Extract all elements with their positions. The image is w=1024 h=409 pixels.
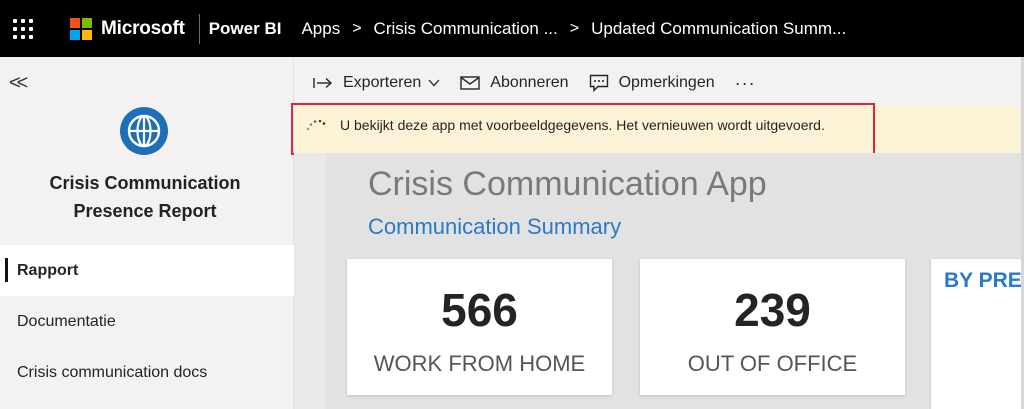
- kpi-card-out-of-office[interactable]: 239 OUT OF OFFICE: [640, 259, 905, 395]
- comments-button[interactable]: Opmerkingen: [589, 74, 715, 92]
- microsoft-logo[interactable]: Microsoft: [70, 17, 185, 40]
- breadcrumb-apps[interactable]: Apps: [301, 19, 340, 39]
- partial-visual-card[interactable]: BY PRE: [931, 259, 1021, 409]
- action-bar: Exporteren Abonneren Opmerkingen ···: [313, 68, 756, 98]
- app-launcher-icon[interactable]: [0, 0, 46, 57]
- report-subtitle-link[interactable]: Communication Summary: [368, 214, 621, 240]
- kpi-card-work-from-home[interactable]: 566 WORK FROM HOME: [347, 259, 612, 395]
- sidebar-item-label: Crisis communication docs: [17, 363, 208, 381]
- sidebar-item-crisis-docs[interactable]: Crisis communication docs: [0, 347, 294, 398]
- sidebar-item-label: Rapport: [17, 261, 79, 279]
- sidebar-nav: Rapport Documentatie Crisis communicatio…: [0, 245, 294, 398]
- subscribe-label: Abonneren: [490, 74, 569, 91]
- export-button[interactable]: Exporteren: [313, 74, 440, 92]
- breadcrumb-report[interactable]: Updated Communication Summ...: [591, 19, 846, 39]
- export-icon: [313, 77, 333, 89]
- sidebar: << Crisis Communication Presence Report …: [0, 57, 294, 409]
- export-label: Exporteren: [343, 74, 422, 91]
- kpi-label: WORK FROM HOME: [373, 351, 586, 376]
- breadcrumb: Apps > Crisis Communication ... > Update…: [301, 19, 846, 39]
- collapse-sidebar-icon[interactable]: <<: [9, 73, 28, 93]
- highlight-box: [291, 103, 875, 155]
- sidebar-item-label: Documentatie: [17, 312, 116, 330]
- comment-icon: [589, 74, 609, 92]
- top-bar: Microsoft Power BI Apps > Crisis Communi…: [0, 0, 1024, 57]
- subscribe-button[interactable]: Abonneren: [460, 74, 569, 92]
- kpi-value: 566: [441, 284, 518, 336]
- kpi-value: 239: [734, 284, 811, 336]
- sidebar-item-documentatie[interactable]: Documentatie: [0, 296, 294, 347]
- mail-icon: [460, 76, 480, 90]
- report-title: Crisis Communication App: [368, 165, 767, 203]
- comments-label: Opmerkingen: [618, 74, 715, 91]
- microsoft-logo-icon: [70, 17, 92, 40]
- breadcrumb-app[interactable]: Crisis Communication ...: [374, 19, 558, 39]
- kpi-label: OUT OF OFFICE: [687, 351, 858, 376]
- visual-title: BY PRE: [944, 269, 1021, 292]
- chevron-right-icon: >: [569, 19, 580, 37]
- more-options-icon[interactable]: ···: [735, 73, 756, 94]
- divider: [198, 13, 200, 44]
- app-title-line1: Crisis Communication: [49, 173, 241, 193]
- sidebar-item-rapport[interactable]: Rapport: [0, 245, 294, 296]
- app-title-line2: Presence Report: [73, 201, 217, 221]
- product-name[interactable]: Power BI: [209, 19, 282, 39]
- brand-name: Microsoft: [101, 17, 185, 39]
- chevron-right-icon: >: [352, 19, 362, 37]
- globe-icon: [120, 107, 168, 155]
- chevron-down-icon: [428, 79, 440, 87]
- app-title: Crisis Communication Presence Report: [0, 169, 290, 225]
